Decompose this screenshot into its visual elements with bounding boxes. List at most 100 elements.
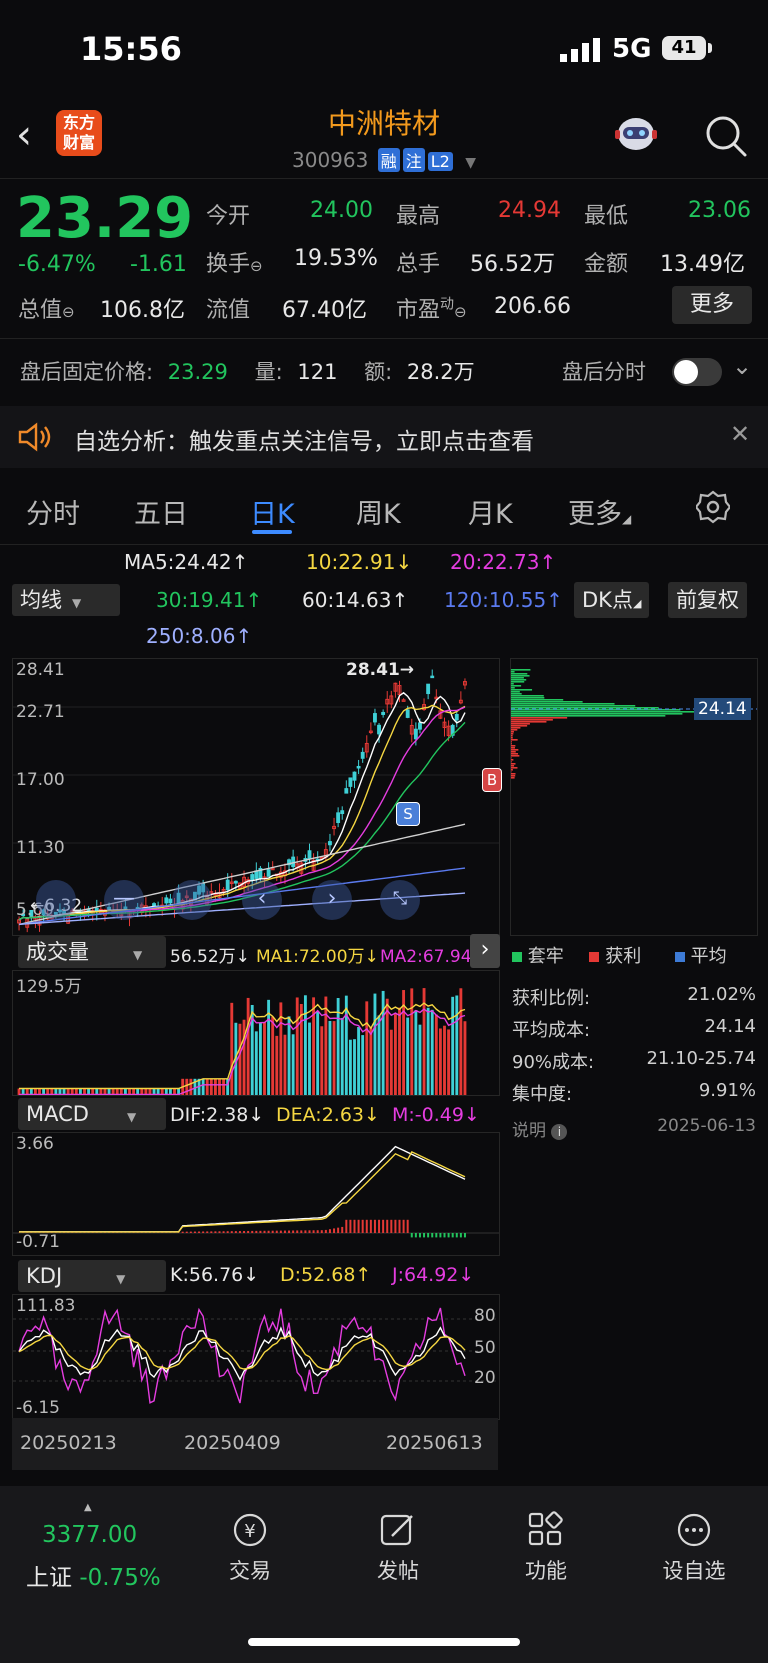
nav-trade[interactable]: ¥ 交易 <box>190 1510 310 1585</box>
expand-icon[interactable]: ⤡ <box>380 880 420 920</box>
volume-bar <box>238 1023 242 1095</box>
nav-functions[interactable]: 功能 <box>486 1510 606 1585</box>
chip-bar <box>511 697 545 699</box>
zoom-out-control[interactable] <box>36 880 76 920</box>
chip-bar <box>511 753 519 755</box>
tab-five-day[interactable]: 五日 <box>134 492 188 531</box>
dk-point-button[interactable]: DK点◢ <box>574 582 650 618</box>
chevron-down-icon[interactable]: ▼ <box>465 155 476 171</box>
ma60-value: 60:14.63↑ <box>302 588 409 612</box>
tab-monthly-k[interactable]: 月K <box>468 492 513 531</box>
kdj-chart[interactable] <box>12 1294 500 1420</box>
volume-selector[interactable]: 成交量 ▼ <box>18 936 166 968</box>
chip-bar <box>511 729 518 731</box>
volume-bar <box>438 1028 442 1095</box>
kdj-y-min: -6.15 <box>16 1398 60 1418</box>
svg-text:¥: ¥ <box>244 1521 255 1542</box>
kline-candle <box>413 728 418 740</box>
total-cap-label: 总值⊖ <box>18 298 75 323</box>
chip-bar <box>511 703 615 705</box>
volume-bar <box>389 1029 393 1095</box>
chip-bar <box>511 751 516 753</box>
info-icon: i <box>551 1124 568 1140</box>
chip-bar <box>511 749 519 751</box>
kline-candle <box>164 897 169 904</box>
chevron-right-icon[interactable]: › <box>470 934 500 968</box>
chip-bar <box>511 683 514 685</box>
volume-bar <box>361 1035 365 1095</box>
kline-candle <box>225 879 230 891</box>
tab-daily-k[interactable]: 日K <box>250 492 295 531</box>
volume-bar <box>369 1026 373 1095</box>
chip-bar <box>511 733 514 735</box>
kline-y-2: 22.71 <box>16 702 65 722</box>
macd-m: M:-0.49↓ <box>392 1104 480 1126</box>
chip-bar <box>511 717 568 719</box>
volume-bar <box>340 1018 344 1095</box>
chip-profit-value: 21.02% <box>687 984 756 1005</box>
close-icon[interactable]: ✕ <box>730 420 750 448</box>
volume-bar <box>410 988 414 1095</box>
volume-chart[interactable] <box>12 970 500 1096</box>
volume-bar <box>459 988 463 1095</box>
chevron-down-icon[interactable]: ⌄ <box>732 352 752 380</box>
chip-bar <box>511 719 553 721</box>
kline-candle <box>454 713 459 721</box>
index-value[interactable]: 3377.00 <box>42 1522 137 1548</box>
chip-bar <box>511 677 524 679</box>
tab-more[interactable]: 更多◢ <box>568 492 631 531</box>
robot-assistant-icon[interactable] <box>612 112 660 156</box>
analysis-banner[interactable]: 自选分析：触发重点关注信号，立即点击查看 ✕ <box>0 406 768 468</box>
chip-conc-value: 9.91% <box>698 1080 756 1101</box>
chevron-right-icon[interactable]: › <box>312 880 352 920</box>
ma-selector[interactable]: 均线 ▼ <box>12 584 120 616</box>
volume-bar <box>308 1022 311 1095</box>
banner-text: 自选分析：触发重点关注信号，立即点击查看 <box>74 429 534 455</box>
adjust-button[interactable]: 前复权 <box>668 582 747 618</box>
after-hours-toggle[interactable] <box>672 358 722 386</box>
high-value: 24.94 <box>498 198 561 223</box>
chip-bar <box>511 669 531 671</box>
buy-marker[interactable]: B <box>482 768 502 792</box>
more-dots-icon <box>677 1513 711 1547</box>
index-row[interactable]: 上证 -0.75% <box>26 1558 161 1592</box>
quote-divider <box>0 338 768 339</box>
search-icon[interactable] <box>704 114 748 158</box>
chip-bar <box>511 773 516 775</box>
minus-icon[interactable]: — <box>104 880 144 920</box>
volume-bar <box>377 1015 381 1095</box>
macd-chart[interactable] <box>12 1132 500 1256</box>
macd-selector[interactable]: MACD ▼ <box>18 1098 166 1130</box>
gear-icon[interactable] <box>696 490 730 524</box>
nav-post[interactable]: 发帖 <box>338 1510 458 1585</box>
chip-bar <box>511 671 515 673</box>
volume-bar <box>287 1016 291 1095</box>
chip-bar <box>511 767 518 769</box>
ma30-value: 30:19.41↑ <box>156 588 263 612</box>
nav-add-watchlist[interactable]: 设自选 <box>634 1510 754 1585</box>
more-button[interactable]: 更多 <box>672 286 752 324</box>
tag-level2: L2 <box>427 152 453 171</box>
kdj-selector[interactable]: KDJ ▼ <box>18 1260 166 1292</box>
chip-note[interactable]: 说明 i <box>512 1116 568 1141</box>
chevron-left-icon[interactable]: ‹ <box>242 880 282 920</box>
volume-bar <box>201 1078 205 1095</box>
kline-candle <box>340 810 345 815</box>
zoom-in-control[interactable] <box>172 880 212 920</box>
status-time: 15:56 <box>80 30 182 68</box>
tag-registration: 注 <box>402 148 425 172</box>
volume-bar <box>205 1078 209 1095</box>
volume-bar <box>275 1035 279 1095</box>
tab-weekly-k[interactable]: 周K <box>356 492 401 531</box>
chip-avg-value: 24.14 <box>704 1016 756 1037</box>
volume-bar <box>393 1014 397 1095</box>
volume-bar <box>258 1022 262 1095</box>
volume-bar <box>185 1078 189 1095</box>
volume-bar <box>295 997 299 1095</box>
tab-timeshare[interactable]: 分时 <box>26 492 80 531</box>
change-amount: -1.61 <box>130 252 187 277</box>
chip-bar <box>511 769 513 771</box>
sell-marker[interactable]: S <box>396 802 420 826</box>
chip-bar <box>511 679 527 681</box>
kline-candle <box>336 812 341 824</box>
